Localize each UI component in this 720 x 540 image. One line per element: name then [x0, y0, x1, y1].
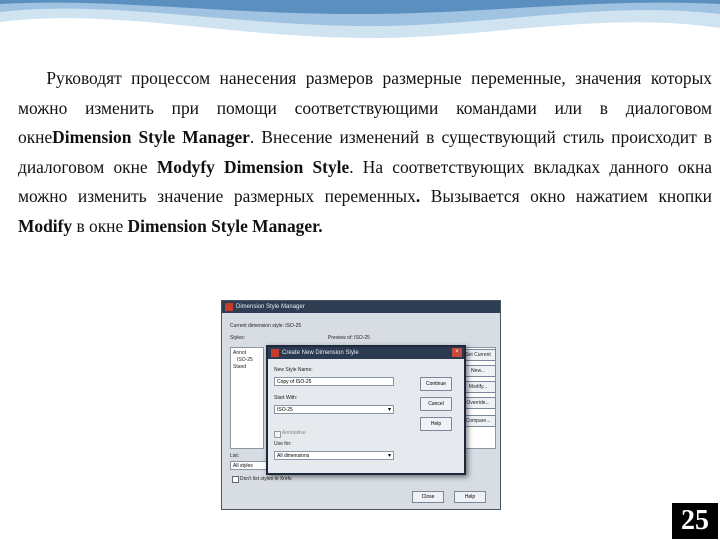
help-button[interactable]: Help: [454, 491, 486, 503]
create-new-dimension-style-dialog: Create New Dimension Style × New Style Na…: [266, 345, 466, 475]
use-for-label: Use for:: [274, 441, 292, 447]
page-number: 25: [672, 503, 718, 539]
close-button[interactable]: Close: [412, 491, 444, 503]
style-item[interactable]: ISO-25: [237, 357, 253, 363]
styles-label: Styles:: [230, 335, 246, 341]
style-item[interactable]: Stand: [233, 364, 246, 370]
annotative-label: Annotative: [282, 430, 306, 436]
close-icon[interactable]: ×: [452, 348, 462, 357]
preview-label: Preview of: ISO-25: [328, 335, 370, 341]
use-for-select[interactable]: All dimensions: [274, 451, 394, 461]
dialog-help-button[interactable]: Help: [420, 417, 452, 431]
annotative-checkbox[interactable]: [274, 431, 281, 438]
new-style-name-input[interactable]: Copy of ISO-25: [274, 377, 394, 386]
dont-list-label: Don't list styles in Xrefs: [240, 476, 292, 482]
cancel-button[interactable]: Cancel: [420, 397, 452, 411]
autocad-logo-icon: [225, 303, 233, 311]
dimension-style-manager-screenshot: Dimension Style Manager Current dimensio…: [221, 300, 501, 510]
new-style-name-label: New Style Name:: [274, 367, 313, 373]
continue-button[interactable]: Continue: [420, 377, 452, 391]
start-with-select[interactable]: ISO-25: [274, 405, 394, 415]
styles-list[interactable]: Annot ISO-25 Stand: [230, 347, 264, 449]
start-with-label: Start With:: [274, 395, 298, 401]
dont-list-checkbox[interactable]: [232, 476, 239, 483]
style-item[interactable]: Annot: [233, 350, 246, 356]
dialog-titlebar: Create New Dimension Style ×: [268, 347, 464, 359]
current-style-label: Current dimension style: ISO-25: [230, 323, 302, 329]
autocad-logo-icon: [271, 349, 279, 357]
window-titlebar: Dimension Style Manager: [222, 301, 500, 313]
body-paragraph: Руководят процессом нанесения размеров р…: [18, 68, 712, 236]
list-label: List:: [230, 453, 240, 459]
